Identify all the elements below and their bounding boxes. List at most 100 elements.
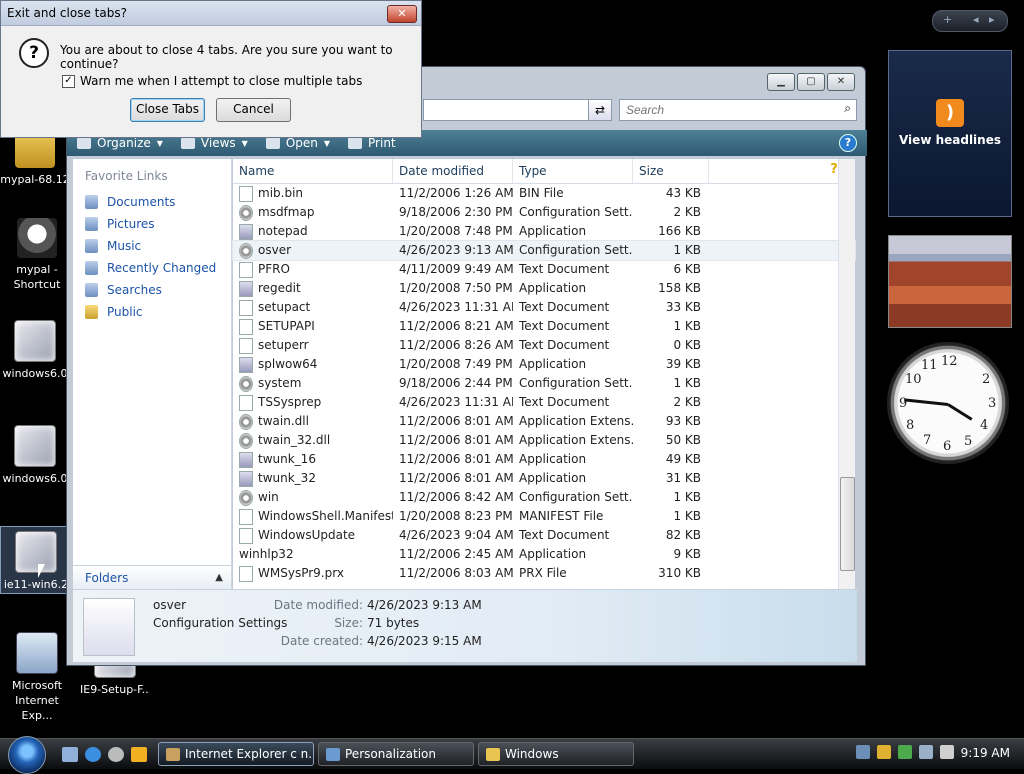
- column-name[interactable]: Name: [233, 159, 393, 183]
- file-row[interactable]: msdfmap 9/18/2006 2:30 PM Configuration Se…: [233, 203, 855, 222]
- file-icon: [239, 508, 253, 525]
- windows-flag-icon[interactable]: [898, 745, 912, 759]
- views-button[interactable]: Views ▼: [180, 136, 248, 150]
- file-row[interactable]: setuperr 11/2/2006 8:26 AM Text Document 0 …: [233, 336, 855, 355]
- details-pane: osver Configuration Settings Date modifi…: [73, 589, 857, 662]
- nav-item-music[interactable]: Music: [73, 235, 231, 257]
- pictures-icon: [85, 217, 98, 231]
- desktop-icon-windows6-1[interactable]: windows6.0: [0, 320, 70, 381]
- file-row[interactable]: mib.bin 11/2/2006 1:26 AM BIN File 43 KB: [233, 184, 855, 203]
- slideshow-gadget[interactable]: [888, 235, 1012, 328]
- task-windows-folder[interactable]: Windows: [478, 742, 634, 766]
- file-row[interactable]: twain.dll 11/2/2006 8:01 AM Application Ex…: [233, 412, 855, 431]
- file-row[interactable]: splwow64 1/20/2008 7:49 PM Application 39 K…: [233, 355, 855, 374]
- show-desktop-icon[interactable]: [62, 747, 78, 762]
- desktop-icon-ie[interactable]: Microsoft Internet Exp...: [2, 632, 72, 723]
- file-name: winhlp32: [239, 547, 294, 561]
- file-row[interactable]: osver 4/26/2023 9:13 AM Configuration Sett…: [232, 240, 856, 261]
- feed-headlines-gadget[interactable]: ) View headlines: [888, 50, 1012, 217]
- column-type[interactable]: Type: [513, 159, 633, 183]
- dialog-message: You are about to close 4 tabs. Are you s…: [60, 43, 393, 71]
- file-row[interactable]: setupact 4/26/2023 11:31 AM Text Document 3…: [233, 298, 855, 317]
- file-row[interactable]: system 9/18/2006 2:44 PM Configuration Set…: [233, 374, 855, 393]
- start-button[interactable]: [8, 736, 46, 774]
- navigation-pane: Favorite Links Documents Pictures Music …: [73, 159, 232, 589]
- minimize-button[interactable]: ▁: [767, 73, 795, 91]
- cancel-button[interactable]: Cancel: [216, 98, 291, 122]
- security-shield-icon[interactable]: [877, 745, 891, 759]
- search-box[interactable]: ⌕: [619, 99, 857, 121]
- file-date-cell: 11/2/2006 8:26 AM: [399, 338, 513, 352]
- taskbar-clock[interactable]: 9:19 AM: [961, 746, 1010, 760]
- desktop-icon-mypal-shortcut[interactable]: mypal - Shortcut: [2, 218, 72, 292]
- file-row[interactable]: notepad 1/20/2008 7:48 PM Application 166 K…: [233, 222, 855, 241]
- question-icon: ?: [19, 38, 49, 68]
- display-icon[interactable]: [919, 745, 933, 759]
- search-icon[interactable]: ⌕: [844, 101, 851, 116]
- maximize-button[interactable]: ▢: [797, 73, 825, 91]
- nav-item-recently-changed[interactable]: Recently Changed: [73, 257, 231, 279]
- gear-icon: [239, 204, 253, 221]
- desktop-icon-windows6-2[interactable]: windows6.0: [0, 425, 70, 486]
- raccoon-quicklaunch-icon[interactable]: [108, 747, 124, 762]
- checkbox[interactable]: ✓: [62, 74, 75, 88]
- file-name-cell: splwow64: [233, 355, 393, 374]
- file-type-cell: Application: [519, 452, 587, 466]
- file-size-cell: 1 KB: [673, 319, 701, 333]
- close-window-button[interactable]: ✕: [827, 73, 855, 91]
- scrollbar-thumb[interactable]: [840, 477, 855, 571]
- task-internet-explorer[interactable]: Internet Explorer c n...: [158, 742, 314, 766]
- close-tabs-dialog[interactable]: Exit and close tabs? ✕ ? You are about t…: [0, 0, 422, 138]
- column-size[interactable]: Size: [633, 159, 709, 183]
- next-icon[interactable]: ▸: [989, 13, 995, 26]
- nav-item-documents[interactable]: Documents: [73, 191, 231, 213]
- search-input[interactable]: [624, 100, 828, 120]
- file-row[interactable]: PFRO 4/11/2009 9:49 AM Text Document 6 KB: [233, 260, 855, 279]
- folders-toggle[interactable]: Folders ▲: [73, 565, 231, 589]
- file-row[interactable]: WMSysPr9.prx 11/2/2006 8:03 AM PRX File 310…: [233, 564, 855, 583]
- file-row[interactable]: TSSysprep 4/26/2023 11:31 AM Text Document…: [233, 393, 855, 412]
- file-name-cell: TSSysprep: [233, 393, 393, 412]
- ie-icon[interactable]: [85, 747, 101, 762]
- file-date-cell: 11/2/2006 8:01 AM: [399, 471, 513, 485]
- nav-item-pictures[interactable]: Pictures: [73, 213, 231, 235]
- file-date-cell: 4/11/2009 9:49 AM: [399, 262, 513, 276]
- file-row[interactable]: regedit 1/20/2008 7:50 PM Application 158 K…: [233, 279, 855, 298]
- file-row[interactable]: SETUPAPI 11/2/2006 8:21 AM Text Document 1 …: [233, 317, 855, 336]
- add-gadget-icon[interactable]: +: [943, 13, 952, 26]
- print-button[interactable]: Print: [348, 136, 396, 150]
- organize-button[interactable]: Organize ▼: [77, 136, 163, 150]
- installer-icon: [15, 531, 57, 573]
- media-player-icon[interactable]: [131, 747, 147, 762]
- open-button[interactable]: Open ▼: [265, 136, 330, 150]
- file-row[interactable]: ? winhlp32 11/2/2006 2:45 AM Application 9 K…: [233, 163, 855, 564]
- file-name: twunk_16: [258, 452, 316, 466]
- file-row[interactable]: win 11/2/2006 8:42 AM Configuration Sett..…: [233, 488, 855, 507]
- warn-checkbox[interactable]: ✓ Warn me when I attempt to close multip…: [62, 74, 362, 88]
- explorer-window[interactable]: ▁ ▢ ✕ ▼ ⇄ ⌕ Organize▼ Views▼ Open▼ Print…: [66, 66, 867, 666]
- file-name: osver: [258, 243, 292, 257]
- nav-item-searches[interactable]: Searches: [73, 279, 231, 301]
- file-row[interactable]: twunk_16 11/2/2006 8:01 AM Application 49 K…: [233, 450, 855, 469]
- dialog-close-button[interactable]: ✕: [387, 5, 417, 23]
- file-row[interactable]: WindowsShell.Manifest 1/20/2008 8:23 PM MA…: [233, 507, 855, 526]
- file-row[interactable]: twain_32.dll 11/2/2006 8:01 AM Application…: [233, 431, 855, 450]
- file-row[interactable]: WindowsUpdate 4/26/2023 9:04 AM Text Docum…: [233, 526, 855, 545]
- nav-item-public[interactable]: Public: [73, 301, 231, 323]
- sidebar-controls[interactable]: + ◂ ▸: [932, 10, 1008, 32]
- help-icon[interactable]: ?: [839, 134, 857, 152]
- close-tabs-button[interactable]: Close Tabs: [130, 98, 205, 122]
- column-date-modified[interactable]: Date modified: [393, 159, 513, 183]
- file-list[interactable]: Name Date modified Type Size mib.bin 11/2…: [232, 159, 856, 589]
- vertical-scrollbar[interactable]: [838, 159, 855, 589]
- file-name: msdfmap: [258, 205, 315, 219]
- network-icon[interactable]: [856, 745, 870, 759]
- file-type-cell: Application Extens...: [519, 433, 633, 447]
- file-row[interactable]: twunk_32 11/2/2006 8:01 AM Application 31 K…: [233, 469, 855, 488]
- desktop-icon-ie11[interactable]: ie11-win6.2: [0, 526, 72, 594]
- refresh-button[interactable]: ⇄: [588, 99, 612, 121]
- task-personalization[interactable]: Personalization: [318, 742, 474, 766]
- volume-icon[interactable]: [940, 745, 954, 759]
- prev-icon[interactable]: ◂: [973, 13, 979, 26]
- address-bar[interactable]: ▼: [423, 99, 611, 121]
